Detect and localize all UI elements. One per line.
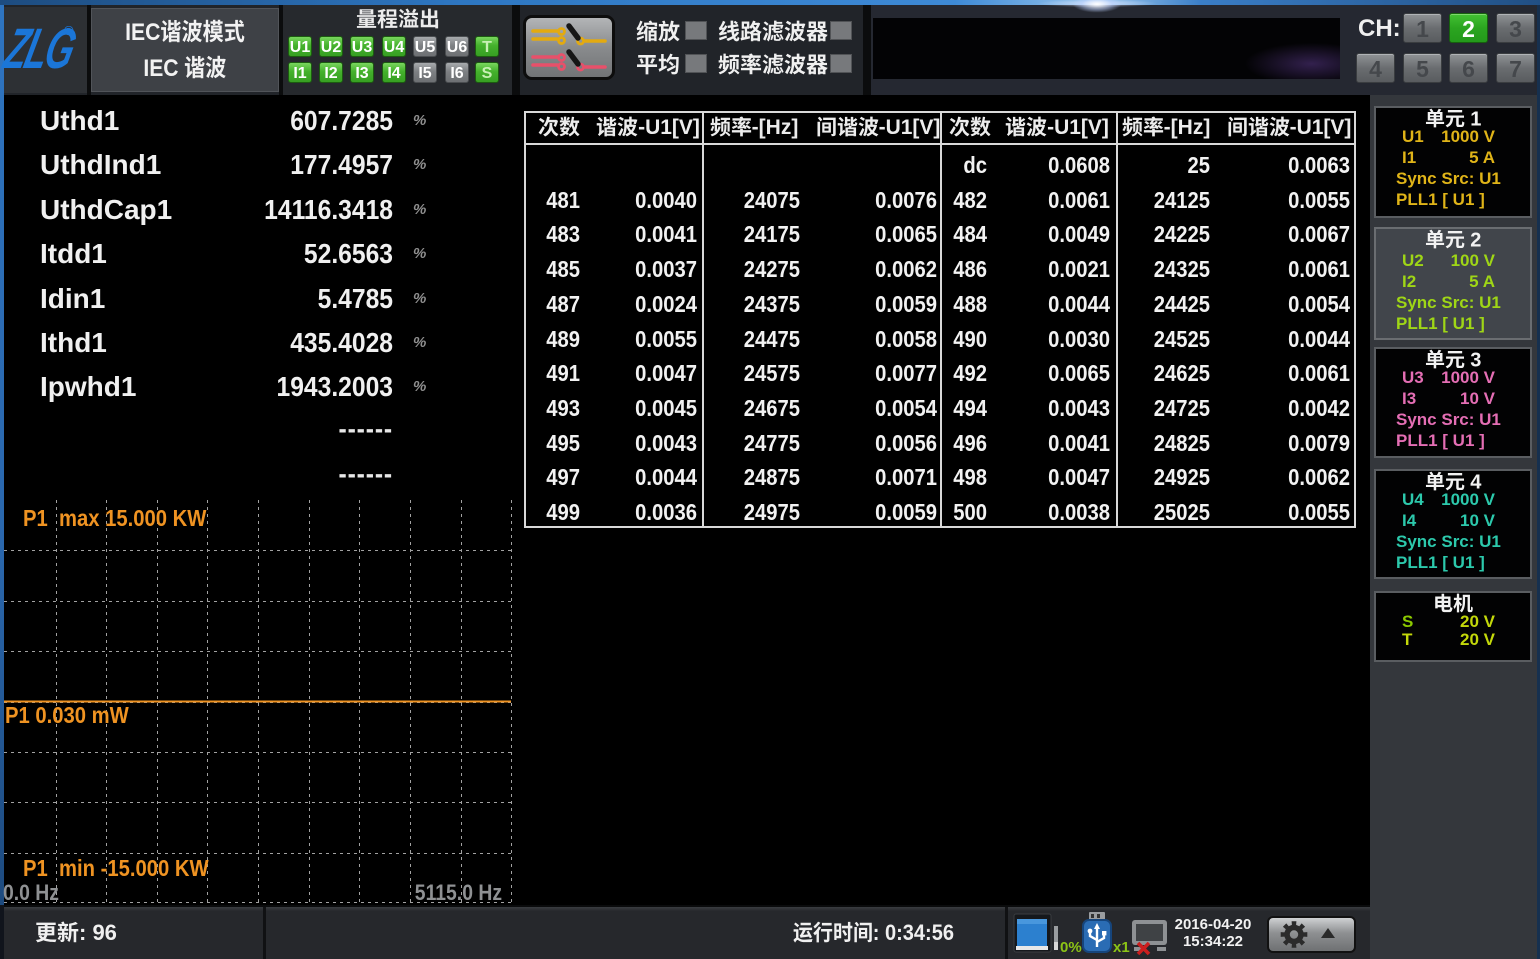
svg-text:0%: 0% (1060, 939, 1082, 956)
svg-text:x1: x1 (1113, 939, 1130, 956)
